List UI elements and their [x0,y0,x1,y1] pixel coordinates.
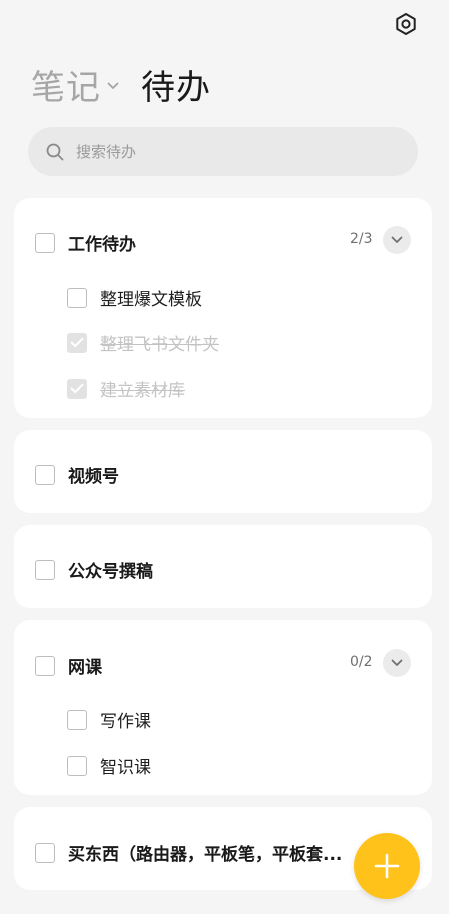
expand-button[interactable] [383,226,411,254]
subtask-label: 智识课 [100,758,151,778]
group-checkbox[interactable] [35,842,55,863]
tab-todo[interactable]: 待办 [141,60,211,109]
todo-group-header: 视频号 [35,462,119,487]
tab-notes[interactable]: 笔记 [31,60,119,109]
todo-group-card: 视频号 [14,430,432,513]
group-title: 买东西（路由器，平板笔，平板套... [68,845,343,865]
group-checkbox[interactable] [35,464,55,485]
header-tabs: 笔记 待办 [31,60,211,109]
subtask-item: 智识课 [67,753,151,778]
gear-icon [396,13,416,35]
search-icon [46,143,64,160]
subtask-label: 整理爆文模板 [100,290,202,310]
check-icon [70,337,84,347]
subtask-checkbox[interactable] [67,755,87,776]
todo-group-header: 工作待办 [35,230,136,255]
group-progress-count: 2/3 [350,231,373,247]
plus-icon [374,853,400,879]
subtask-item: 写作课 [67,707,151,732]
add-todo-button[interactable] [354,833,420,899]
chevron-down-icon [391,659,403,666]
group-title: 视频号 [68,467,119,487]
todo-group-card: 公众号撰稿 [14,525,432,608]
group-progress-count: 0/2 [350,654,373,670]
todo-group-card: 工作待办 2/3 整理爆文模板 整理飞书文件夹 建立素材库 [14,198,432,418]
subtask-label: 整理飞书文件夹 [100,335,219,355]
expand-button[interactable] [383,649,411,677]
tab-notes-label: 笔记 [31,67,101,108]
subtask-item: 整理爆文模板 [67,285,202,310]
subtask-checkbox[interactable] [67,287,87,308]
subtask-label: 写作课 [100,712,151,732]
settings-button[interactable] [393,11,419,37]
chevron-down-icon [391,236,403,243]
search-bar[interactable] [28,127,418,176]
todo-group-header: 买东西（路由器，平板笔，平板套... [35,840,342,865]
subtask-checkbox-checked[interactable] [67,378,87,399]
subtask-checkbox[interactable] [67,709,87,730]
todo-group-header: 网课 [35,653,102,678]
group-title: 工作待办 [68,235,136,255]
subtask-label: 建立素材库 [100,381,185,401]
group-checkbox[interactable] [35,559,55,580]
group-checkbox[interactable] [35,232,55,253]
group-title: 网课 [68,658,102,678]
todo-group-card: 网课 0/2 写作课 智识课 [14,620,432,795]
subtask-item: 建立素材库 [67,376,185,401]
chevron-down-icon [107,82,119,89]
check-icon [70,383,84,393]
group-title: 公众号撰稿 [68,562,153,582]
group-checkbox[interactable] [35,655,55,676]
todo-group-header: 公众号撰稿 [35,557,153,582]
subtask-item: 整理飞书文件夹 [67,330,219,355]
search-input[interactable] [76,142,376,161]
subtask-checkbox-checked[interactable] [67,332,87,353]
